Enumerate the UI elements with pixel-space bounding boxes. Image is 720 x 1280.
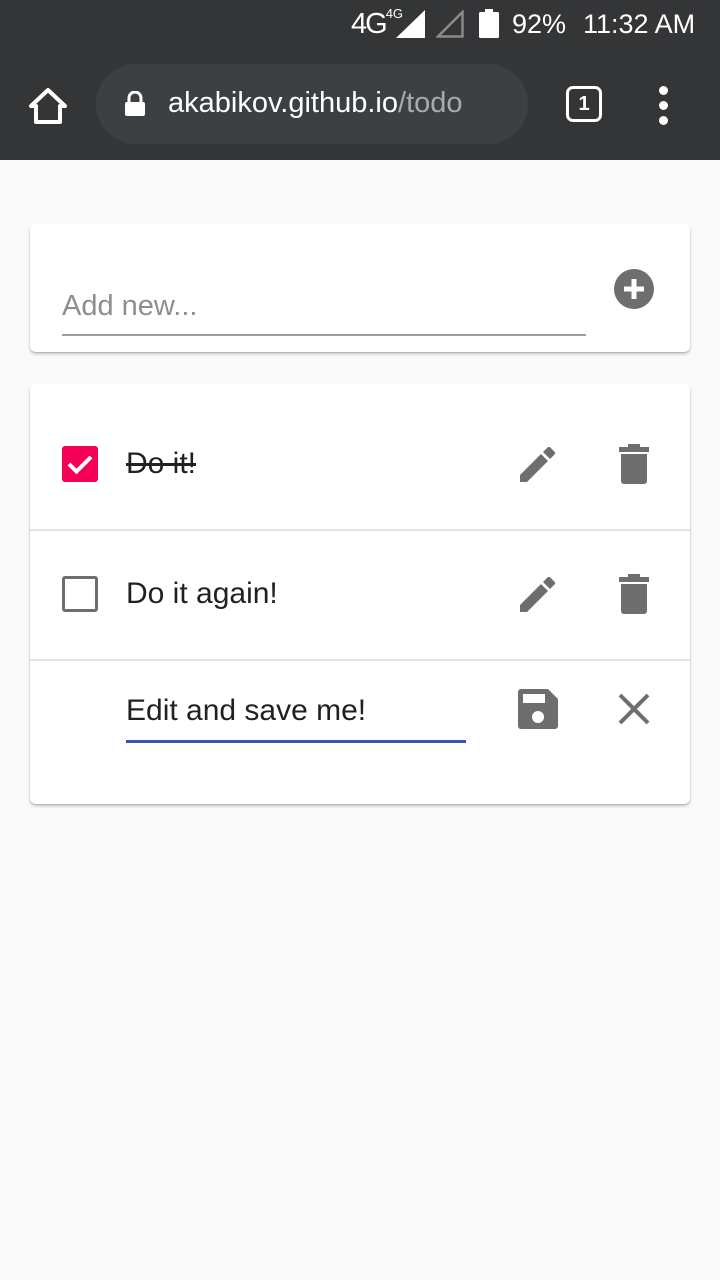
add-todo-input[interactable] xyxy=(62,284,586,336)
battery-percent: 92% xyxy=(512,9,567,39)
tab-switcher-button[interactable]: 1 xyxy=(566,86,602,122)
save-icon[interactable] xyxy=(514,685,562,733)
todo-item: Do it! xyxy=(30,399,690,529)
todo-checkbox[interactable] xyxy=(62,576,98,612)
todo-item-editing xyxy=(30,659,690,804)
add-todo-card xyxy=(30,224,690,352)
todo-checkbox-checked[interactable] xyxy=(62,446,98,482)
signal-empty-icon xyxy=(436,10,464,38)
battery-icon xyxy=(479,9,499,38)
address-bar[interactable]: akabikov.github.io/todo xyxy=(96,64,528,144)
status-bar: 4G4G 92% 11:32 AM xyxy=(0,0,720,50)
clock: 11:32 AM xyxy=(583,9,696,39)
trash-icon[interactable] xyxy=(610,440,658,488)
overflow-menu-icon[interactable] xyxy=(652,86,676,126)
signal-strength-icon xyxy=(396,10,425,38)
pencil-icon[interactable] xyxy=(514,440,562,488)
check-icon xyxy=(67,455,93,475)
edit-todo-input[interactable] xyxy=(126,689,466,743)
url-path: /todo xyxy=(398,87,463,119)
browser-toolbar: akabikov.github.io/todo 1 xyxy=(0,50,720,160)
close-icon[interactable] xyxy=(610,685,658,733)
todo-list: Do it! Do it again! xyxy=(30,384,690,804)
home-icon[interactable] xyxy=(22,80,74,132)
todo-text: Do it again! xyxy=(126,577,278,610)
url-text[interactable]: akabikov.github.io/todo xyxy=(168,87,488,120)
todo-item: Do it again! xyxy=(30,529,690,659)
url-host: akabikov.github.io xyxy=(168,87,399,119)
lock-icon xyxy=(125,91,145,116)
trash-icon[interactable] xyxy=(610,570,658,618)
todo-text: Do it! xyxy=(126,447,197,480)
pencil-icon[interactable] xyxy=(514,570,562,618)
add-circle-icon[interactable] xyxy=(614,269,654,309)
